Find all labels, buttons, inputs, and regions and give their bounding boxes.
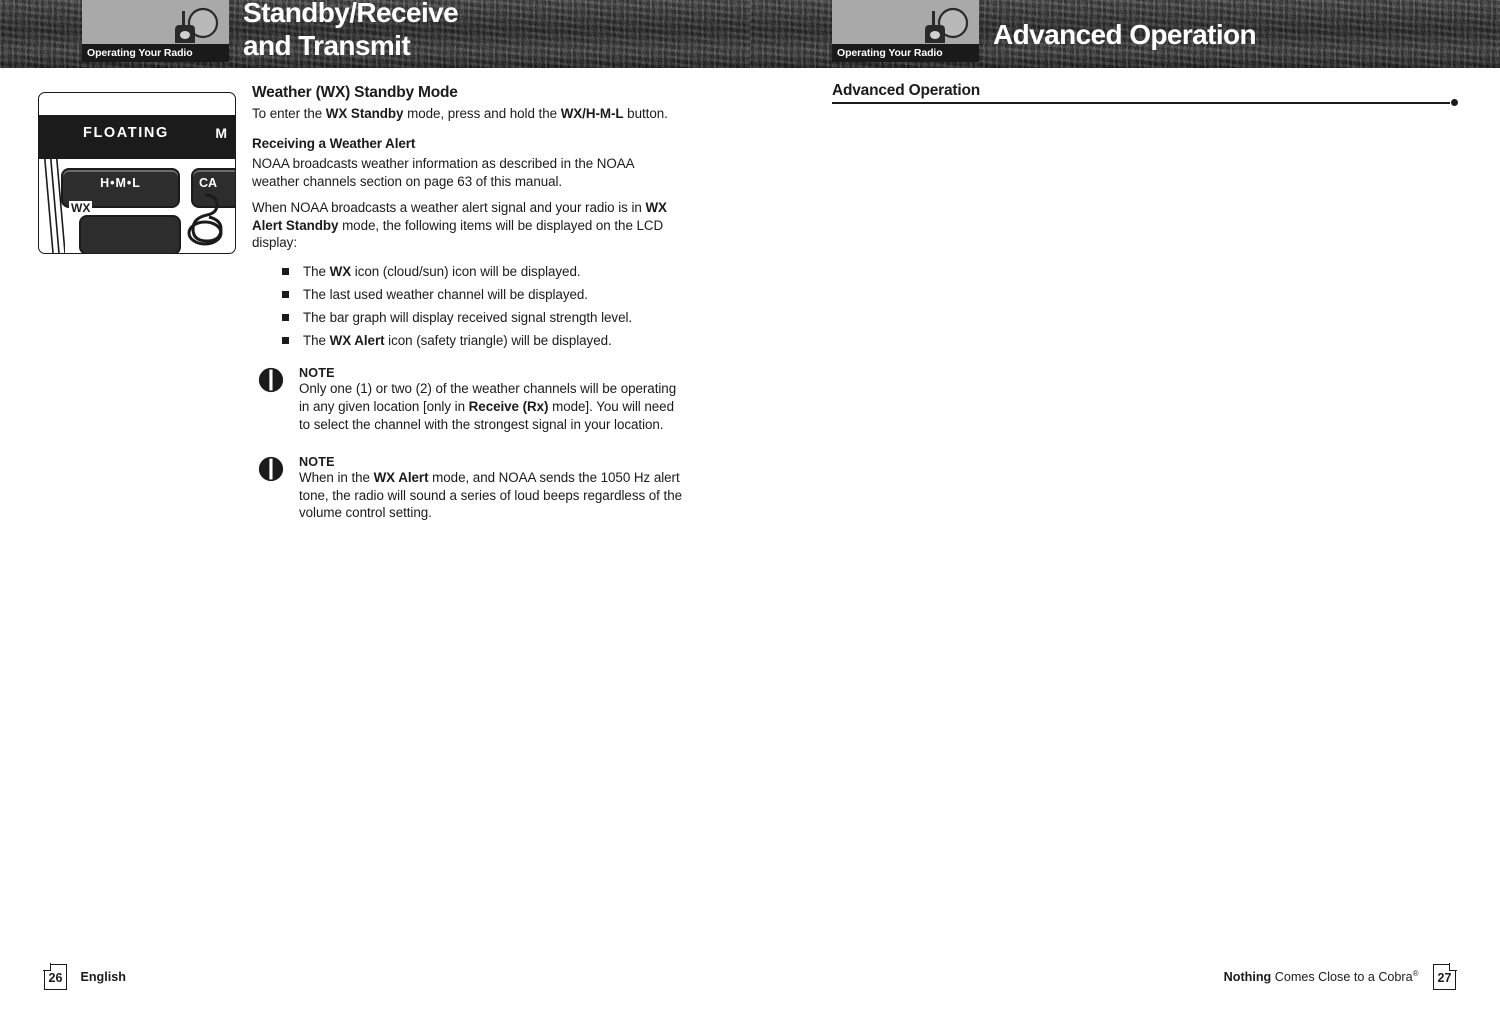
- advanced-operation-section-header: Advanced Operation: [832, 82, 1458, 106]
- note-text: Only one (1) or two (2) of the weather c…: [299, 381, 677, 432]
- left-paragraph-2: When NOAA broadcasts a weather alert sig…: [252, 200, 667, 251]
- coil-cord-icon: [187, 193, 223, 246]
- note-power-icon: [258, 368, 284, 393]
- wx-hml-button-illustration: FLOATING M H•M•L WX CA: [38, 92, 236, 254]
- right-page: Operating Your Radio Advanced Operation …: [750, 0, 1500, 1023]
- section-header-text: Advanced Operation: [832, 82, 980, 99]
- left-tab-label: Operating Your Radio: [82, 44, 229, 62]
- floating-label: FLOATING: [83, 125, 169, 141]
- left-section-title: Weather (WX) Standby Mode: [252, 84, 458, 101]
- list-item: The last used weather channel will be di…: [282, 283, 682, 306]
- left-page: Operating Your Radio Standby/Receive and…: [0, 0, 750, 1023]
- page-spread: Operating Your Radio Standby/Receive and…: [0, 0, 1500, 1023]
- note-text: When in the WX Alert mode, and NOAA send…: [299, 470, 682, 521]
- note-title: NOTE: [299, 366, 335, 381]
- list-item: The WX Alert icon (safety triangle) will…: [282, 329, 682, 352]
- lower-key[interactable]: [79, 215, 181, 253]
- left-footer-language: English: [80, 970, 126, 984]
- list-item: The bar graph will display received sign…: [282, 306, 682, 329]
- lcd-items-bullet-list: The WX icon (cloud/sun) icon will be dis…: [252, 260, 682, 352]
- mem-label: M: [215, 125, 227, 141]
- right-tab-label: Operating Your Radio: [832, 44, 979, 62]
- right-footer: Nothing Comes Close to a Cobra® 27: [1224, 964, 1456, 990]
- left-paragraph-1: NOAA broadcasts weather information as d…: [252, 156, 634, 189]
- section-header-dot: [1451, 99, 1458, 106]
- note-block-2: NOTE When in the WX Alert mode, and NOAA…: [252, 455, 682, 522]
- left-footer: 26 English: [44, 964, 126, 990]
- note-block-1: NOTE Only one (1) or two (2) of the weat…: [252, 366, 682, 433]
- wx-key-label: WX: [69, 201, 93, 215]
- left-chapter-tab: Operating Your Radio: [82, 0, 229, 62]
- left-chapter-title-line1: Standby/Receive: [243, 0, 459, 28]
- hml-key-label: H•M•L: [100, 176, 141, 190]
- left-intro-paragraph: To enter the WX Standby mode, press and …: [252, 106, 668, 121]
- handheld-radio-icon: [925, 7, 969, 43]
- right-chapter-tab: Operating Your Radio: [832, 0, 979, 62]
- right-page-number: 27: [1433, 964, 1456, 990]
- left-text-column: Weather (WX) Standby Mode To enter the W…: [252, 84, 682, 528]
- left-page-number: 26: [44, 964, 67, 990]
- right-chapter-title: Advanced Operation: [993, 19, 1257, 50]
- left-chapter-title: Standby/Receive and Transmit: [243, 0, 733, 62]
- list-item: The WX icon (cloud/sun) icon will be dis…: [282, 260, 682, 283]
- call-key-label: CA: [199, 176, 218, 190]
- section-header-rule: [832, 102, 1450, 104]
- handheld-radio-icon: [175, 7, 219, 43]
- left-subsection-title: Receiving a Weather Alert: [252, 136, 416, 152]
- note-power-icon: [258, 457, 284, 482]
- left-chapter-title-line2: and Transmit: [243, 30, 411, 61]
- footer-tagline: Nothing Comes Close to a Cobra®: [1223, 969, 1419, 985]
- note-title: NOTE: [299, 455, 335, 470]
